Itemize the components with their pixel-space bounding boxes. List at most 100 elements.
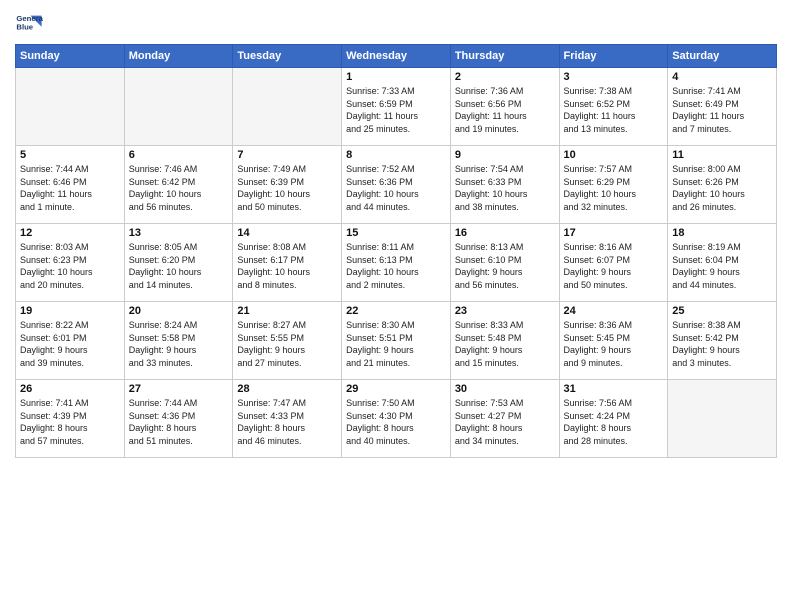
calendar-cell: 21 Sunrise: 8:27 AM Sunset: 5:55 PM Dayli…: [233, 302, 342, 380]
day-number: 16: [455, 227, 555, 239]
day-info: Sunrise: 8:19 AM Sunset: 6:04 PM Dayligh…: [672, 241, 772, 291]
logo-icon: General Blue: [15, 10, 43, 38]
day-info: Sunrise: 7:50 AM Sunset: 4:30 PM Dayligh…: [346, 397, 446, 447]
day-number: 3: [564, 71, 664, 83]
calendar-cell: 15Sunrise: 8:11 AM Sunset: 6:13 PM Dayli…: [342, 224, 451, 302]
calendar-cell: 19 Sunrise: 8:22 AM Sunset: 6:01 PM Dayli…: [16, 302, 125, 380]
calendar-cell: 2 Sunrise: 7:36 AM Sunset: 6:56 PM Daylig…: [450, 68, 559, 146]
calendar-cell: 5 Sunrise: 7:44 AM Sunset: 6:46 PM Daylig…: [16, 146, 125, 224]
day-info: Sunrise: 7:41 AM Sunset: 4:39 PM Dayligh…: [20, 397, 120, 447]
day-info: Sunrise: 7:44 AM Sunset: 6:46 PM Dayligh…: [20, 163, 120, 213]
day-number: 30: [455, 383, 555, 395]
svg-text:Blue: Blue: [16, 23, 33, 32]
header: General Blue: [15, 10, 777, 38]
weekday-header-sunday: Sunday: [16, 45, 125, 68]
calendar-cell: 24 Sunrise: 8:36 AM Sunset: 5:45 PM Dayli…: [559, 302, 668, 380]
day-info: Sunrise: 8:22 AM Sunset: 6:01 PM Dayligh…: [20, 319, 120, 369]
weekday-header-monday: Monday: [124, 45, 233, 68]
day-info: Sunrise: 7:46 AM Sunset: 6:42 PM Dayligh…: [129, 163, 229, 213]
calendar-cell: 1 Sunrise: 7:33 AM Sunset: 6:59 PM Daylig…: [342, 68, 451, 146]
calendar-cell: 4Sunrise: 7:41 AM Sunset: 6:49 PM Daylig…: [668, 68, 777, 146]
day-number: 24: [564, 305, 664, 317]
week-row-5: 26Sunrise: 7:41 AM Sunset: 4:39 PM Dayli…: [16, 380, 777, 458]
calendar-table: SundayMondayTuesdayWednesdayThursdayFrid…: [15, 44, 777, 458]
calendar-cell: 6 Sunrise: 7:46 AM Sunset: 6:42 PM Daylig…: [124, 146, 233, 224]
calendar-cell: 9 Sunrise: 7:54 AM Sunset: 6:33 PM Daylig…: [450, 146, 559, 224]
calendar-cell: 13Sunrise: 8:05 AM Sunset: 6:20 PM Dayli…: [124, 224, 233, 302]
day-number: 31: [564, 383, 664, 395]
weekday-header-saturday: Saturday: [668, 45, 777, 68]
week-row-4: 19 Sunrise: 8:22 AM Sunset: 6:01 PM Dayli…: [16, 302, 777, 380]
day-info: Sunrise: 8:33 AM Sunset: 5:48 PM Dayligh…: [455, 319, 555, 369]
day-info: Sunrise: 8:08 AM Sunset: 6:17 PM Dayligh…: [237, 241, 337, 291]
day-info: Sunrise: 8:36 AM Sunset: 5:45 PM Dayligh…: [564, 319, 664, 369]
day-number: 21: [237, 305, 337, 317]
day-number: 29: [346, 383, 446, 395]
day-info: Sunrise: 8:11 AM Sunset: 6:13 PM Dayligh…: [346, 241, 446, 291]
calendar-cell: 11 Sunrise: 8:00 AM Sunset: 6:26 PM Dayli…: [668, 146, 777, 224]
day-info: Sunrise: 7:56 AM Sunset: 4:24 PM Dayligh…: [564, 397, 664, 447]
day-number: 20: [129, 305, 229, 317]
calendar-cell: 27Sunrise: 7:44 AM Sunset: 4:36 PM Dayli…: [124, 380, 233, 458]
day-number: 28: [237, 383, 337, 395]
calendar-cell: 10 Sunrise: 7:57 AM Sunset: 6:29 PM Dayli…: [559, 146, 668, 224]
day-number: 10: [564, 149, 664, 161]
logo: General Blue: [15, 10, 47, 38]
calendar-cell: 31 Sunrise: 7:56 AM Sunset: 4:24 PM Dayli…: [559, 380, 668, 458]
calendar-cell: 3 Sunrise: 7:38 AM Sunset: 6:52 PM Daylig…: [559, 68, 668, 146]
day-info: Sunrise: 8:38 AM Sunset: 5:42 PM Dayligh…: [672, 319, 772, 369]
day-info: Sunrise: 8:03 AM Sunset: 6:23 PM Dayligh…: [20, 241, 120, 291]
day-info: Sunrise: 7:54 AM Sunset: 6:33 PM Dayligh…: [455, 163, 555, 213]
day-number: 7: [237, 149, 337, 161]
calendar-cell: 20 Sunrise: 8:24 AM Sunset: 5:58 PM Dayli…: [124, 302, 233, 380]
day-number: 4: [672, 71, 772, 83]
day-info: Sunrise: 7:52 AM Sunset: 6:36 PM Dayligh…: [346, 163, 446, 213]
day-info: Sunrise: 7:57 AM Sunset: 6:29 PM Dayligh…: [564, 163, 664, 213]
day-number: 1: [346, 71, 446, 83]
calendar-cell: 22 Sunrise: 8:30 AM Sunset: 5:51 PM Dayli…: [342, 302, 451, 380]
day-number: 18: [672, 227, 772, 239]
calendar-cell: 17 Sunrise: 8:16 AM Sunset: 6:07 PM Dayli…: [559, 224, 668, 302]
day-number: 23: [455, 305, 555, 317]
day-number: 6: [129, 149, 229, 161]
calendar-cell: 16 Sunrise: 8:13 AM Sunset: 6:10 PM Dayli…: [450, 224, 559, 302]
weekday-header-wednesday: Wednesday: [342, 45, 451, 68]
week-row-2: 5 Sunrise: 7:44 AM Sunset: 6:46 PM Daylig…: [16, 146, 777, 224]
day-info: Sunrise: 7:53 AM Sunset: 4:27 PM Dayligh…: [455, 397, 555, 447]
weekday-header-row: SundayMondayTuesdayWednesdayThursdayFrid…: [16, 45, 777, 68]
day-info: Sunrise: 7:33 AM Sunset: 6:59 PM Dayligh…: [346, 85, 446, 135]
day-info: Sunrise: 7:47 AM Sunset: 4:33 PM Dayligh…: [237, 397, 337, 447]
calendar-cell: 18 Sunrise: 8:19 AM Sunset: 6:04 PM Dayli…: [668, 224, 777, 302]
day-info: Sunrise: 7:38 AM Sunset: 6:52 PM Dayligh…: [564, 85, 664, 135]
day-number: 22: [346, 305, 446, 317]
calendar-cell: 7 Sunrise: 7:49 AM Sunset: 6:39 PM Daylig…: [233, 146, 342, 224]
weekday-header-friday: Friday: [559, 45, 668, 68]
day-info: Sunrise: 8:13 AM Sunset: 6:10 PM Dayligh…: [455, 241, 555, 291]
calendar-cell: 14 Sunrise: 8:08 AM Sunset: 6:17 PM Dayli…: [233, 224, 342, 302]
svg-text:General: General: [16, 14, 43, 23]
day-info: Sunrise: 8:00 AM Sunset: 6:26 PM Dayligh…: [672, 163, 772, 213]
day-number: 14: [237, 227, 337, 239]
day-info: Sunrise: 8:30 AM Sunset: 5:51 PM Dayligh…: [346, 319, 446, 369]
day-info: Sunrise: 8:24 AM Sunset: 5:58 PM Dayligh…: [129, 319, 229, 369]
day-number: 5: [20, 149, 120, 161]
calendar-cell: [668, 380, 777, 458]
calendar-cell: 26Sunrise: 7:41 AM Sunset: 4:39 PM Dayli…: [16, 380, 125, 458]
calendar-cell: [124, 68, 233, 146]
weekday-header-thursday: Thursday: [450, 45, 559, 68]
day-number: 2: [455, 71, 555, 83]
day-info: Sunrise: 8:16 AM Sunset: 6:07 PM Dayligh…: [564, 241, 664, 291]
weekday-header-tuesday: Tuesday: [233, 45, 342, 68]
day-info: Sunrise: 7:36 AM Sunset: 6:56 PM Dayligh…: [455, 85, 555, 135]
day-number: 8: [346, 149, 446, 161]
day-info: Sunrise: 7:44 AM Sunset: 4:36 PM Dayligh…: [129, 397, 229, 447]
day-number: 9: [455, 149, 555, 161]
day-number: 25: [672, 305, 772, 317]
day-number: 19: [20, 305, 120, 317]
calendar-cell: [233, 68, 342, 146]
day-info: Sunrise: 7:49 AM Sunset: 6:39 PM Dayligh…: [237, 163, 337, 213]
day-number: 11: [672, 149, 772, 161]
day-info: Sunrise: 8:27 AM Sunset: 5:55 PM Dayligh…: [237, 319, 337, 369]
day-number: 17: [564, 227, 664, 239]
calendar-cell: 29 Sunrise: 7:50 AM Sunset: 4:30 PM Dayli…: [342, 380, 451, 458]
